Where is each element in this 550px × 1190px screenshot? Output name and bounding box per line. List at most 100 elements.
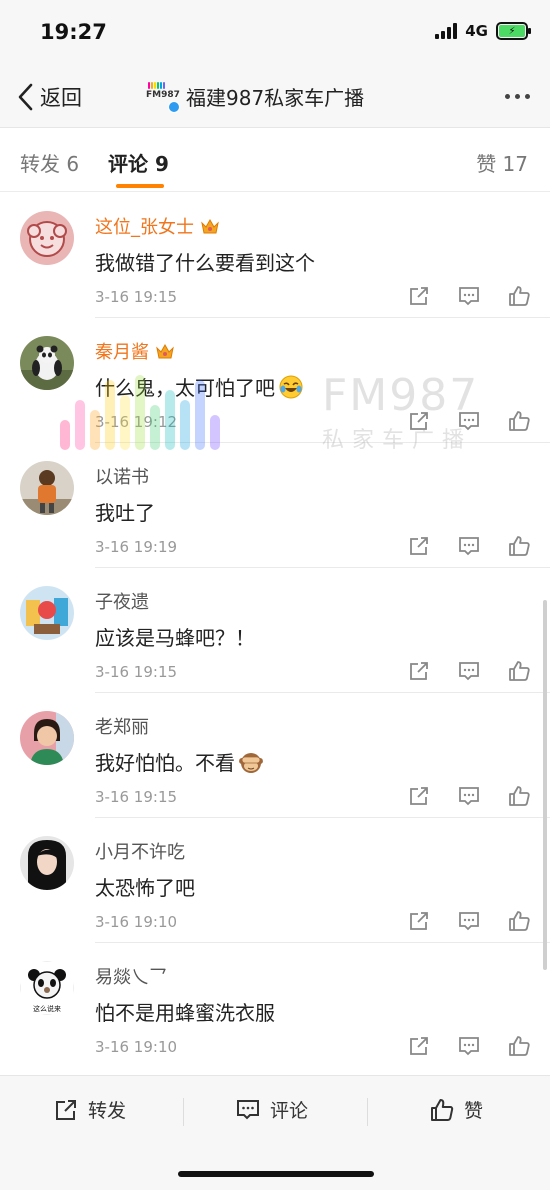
comment-username[interactable]: 秦月酱 — [95, 338, 149, 364]
comment-username[interactable]: 子夜遗 — [95, 588, 149, 614]
reply-icon[interactable] — [458, 535, 480, 557]
avatar[interactable] — [20, 836, 74, 890]
like-icon[interactable] — [508, 285, 530, 307]
vip-crown-icon — [201, 218, 219, 234]
share-icon[interactable] — [408, 1035, 430, 1057]
more-dot — [525, 94, 530, 99]
tab-bar: 转发 6 评论 9 赞 17 — [0, 128, 550, 192]
home-indicator[interactable] — [178, 1171, 374, 1177]
status-indicators: 4G ⚡ — [435, 22, 531, 40]
avatar[interactable] — [20, 461, 74, 515]
comment-user-line: 小月不许吃 — [95, 838, 185, 864]
reply-icon[interactable] — [458, 410, 480, 432]
comment-body: 应该是马蜂吧？！ — [95, 622, 255, 651]
comment-text: 我吐了 — [95, 501, 155, 525]
avatar-caption: 这么说来 — [33, 1004, 61, 1013]
logo-bars-icon — [148, 82, 165, 89]
comment-time: 3-16 19:15 — [95, 788, 178, 806]
comment-body: 什么鬼，太可怕了吧 — [95, 372, 303, 401]
comment-username[interactable]: 老郑丽 — [95, 713, 149, 739]
comment-item: 秦月酱 什么鬼，太可怕了吧 3-16 19:12 — [0, 318, 550, 443]
tab-comment[interactable]: 评论 9 — [108, 148, 169, 177]
share-icon[interactable] — [408, 285, 430, 307]
comment-user-line: 这位_张女士 — [95, 213, 220, 239]
comment-user-line: 老郑丽 — [95, 713, 149, 739]
battery-icon: ⚡ — [496, 22, 531, 40]
scrollbar[interactable] — [543, 600, 547, 970]
comment-user-line: 子夜遗 — [95, 588, 149, 614]
like-icon[interactable] — [508, 660, 530, 682]
avatar[interactable] — [20, 211, 74, 265]
more-button[interactable] — [505, 94, 530, 99]
reply-icon[interactable] — [458, 785, 480, 807]
comment-time: 3-16 19:10 — [95, 1038, 178, 1056]
reply-icon[interactable] — [458, 285, 480, 307]
repost-button[interactable]: 转发 — [54, 1096, 126, 1123]
tab-repost[interactable]: 转发 6 — [20, 148, 79, 177]
avatar[interactable] — [20, 711, 74, 765]
comment-actions — [408, 285, 530, 307]
share-icon[interactable] — [408, 910, 430, 932]
comment-text: 什么鬼，太可怕了吧 — [95, 376, 275, 400]
account-title[interactable]: FM987 福建987私家车广播 — [146, 80, 364, 113]
comment-button[interactable]: 评论 — [236, 1096, 308, 1123]
comment-username[interactable]: 以诺书 — [95, 463, 149, 489]
divider — [183, 1098, 184, 1126]
status-time: 19:27 — [40, 20, 107, 44]
chevron-left-icon — [18, 83, 33, 111]
like-icon[interactable] — [508, 910, 530, 932]
divider — [367, 1098, 368, 1126]
comment-list[interactable]: 这位_张女士 我做错了什么要看到这个 3-16 19:15 秦月酱 什么鬼，太可… — [0, 193, 550, 1075]
comment-text: 太恐怖了吧 — [95, 876, 195, 900]
reply-icon[interactable] — [458, 660, 480, 682]
avatar[interactable] — [20, 586, 74, 640]
share-icon[interactable] — [408, 660, 430, 682]
logo-text: FM987 — [146, 90, 180, 100]
share-icon[interactable] — [408, 410, 430, 432]
share-icon[interactable] — [408, 535, 430, 557]
tab-like[interactable]: 赞 17 — [476, 148, 528, 177]
comment-user-line: 以诺书 — [95, 463, 149, 489]
avatar[interactable] — [20, 336, 74, 390]
like-icon[interactable] — [508, 1035, 530, 1057]
comment-item: 这位_张女士 我做错了什么要看到这个 3-16 19:15 — [0, 193, 550, 318]
comment-time: 3-16 19:15 — [95, 663, 178, 681]
comment-username[interactable]: 小月不许吃 — [95, 838, 185, 864]
comment-item: 老郑丽 我好怕怕。不看 3-16 19:15 — [0, 693, 550, 818]
comment-item: 这么说来 易燚乀乛 怕不是用蜂蜜洗衣服 3-16 19:10 — [0, 943, 550, 1068]
verified-badge-icon — [168, 101, 180, 113]
comment-text: 我做错了什么要看到这个 — [95, 251, 315, 275]
account-logo: FM987 — [146, 80, 180, 113]
back-button[interactable]: 返回 — [16, 82, 82, 112]
comment-body: 我吐了 — [95, 497, 155, 526]
comment-time: 3-16 19:12 — [95, 413, 178, 431]
active-tab-indicator — [116, 184, 164, 188]
comment-item: 小月不许吃 太恐怖了吧 3-16 19:10 — [0, 818, 550, 943]
avatar[interactable]: 这么说来 — [20, 961, 74, 1015]
reply-icon[interactable] — [458, 910, 480, 932]
share-icon[interactable] — [408, 785, 430, 807]
repost-label: 转发 — [88, 1100, 127, 1122]
reply-icon[interactable] — [458, 1035, 480, 1057]
comment-body: 我做错了什么要看到这个 — [95, 247, 315, 276]
comment-body: 太恐怖了吧 — [95, 872, 195, 901]
comment-text: 怕不是用蜂蜜洗衣服 — [95, 1001, 275, 1025]
comment-actions — [408, 785, 530, 807]
like-icon[interactable] — [508, 535, 530, 557]
comment-username[interactable]: 这位_张女士 — [95, 213, 194, 239]
comment-time: 3-16 19:10 — [95, 913, 178, 931]
comment-label: 评论 — [270, 1100, 309, 1122]
network-type: 4G — [465, 22, 488, 40]
nav-bar: 返回 FM987 福建987私家车广播 — [0, 66, 550, 128]
like-icon[interactable] — [508, 785, 530, 807]
like-icon[interactable] — [508, 410, 530, 432]
see-no-evil-monkey-emoji-icon — [239, 752, 263, 773]
comment-username[interactable]: 易燚乀乛 — [95, 963, 167, 989]
comment-text: 我好怕怕。不看 — [95, 751, 235, 775]
like-label: 赞 — [464, 1100, 484, 1122]
like-icon — [431, 1098, 454, 1121]
more-dot — [505, 94, 510, 99]
comment-actions — [408, 1035, 530, 1057]
like-button[interactable]: 赞 — [430, 1096, 483, 1123]
status-bar: 19:27 4G ⚡ — [0, 0, 550, 66]
